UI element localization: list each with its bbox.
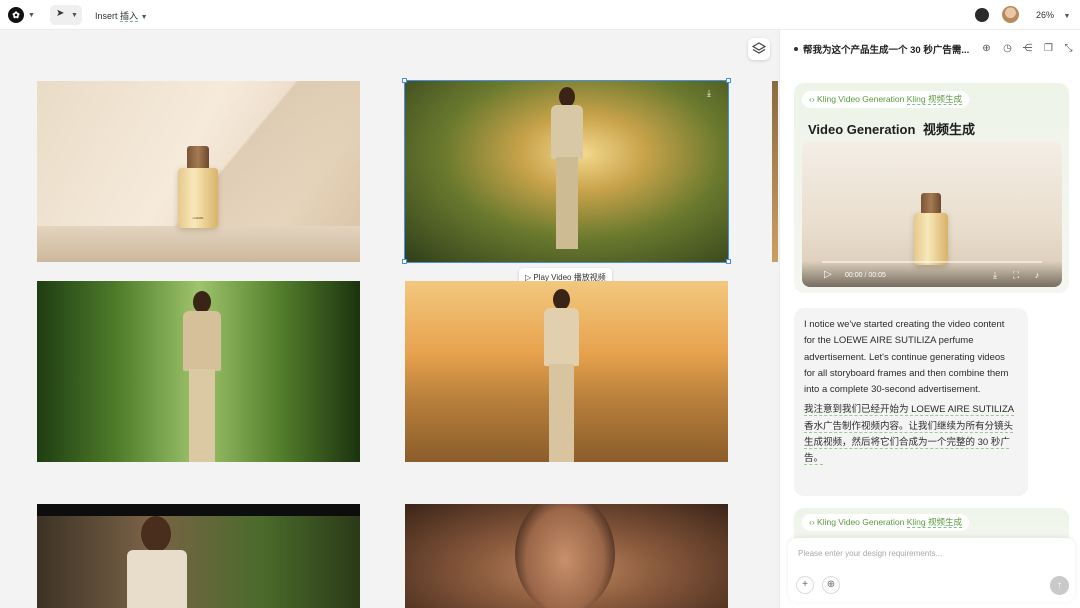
- message-composer[interactable]: Please enter your design requirements...…: [788, 538, 1075, 602]
- web-search-button[interactable]: ⊕: [822, 576, 840, 594]
- conversation-title[interactable]: 帮我为这个产品生成一个 30 秒广告需...: [803, 42, 973, 56]
- video-progress[interactable]: [822, 261, 1042, 263]
- insert-chevron-icon: ▼: [140, 14, 148, 21]
- figure-legs: [556, 157, 578, 249]
- fullscreen-icon[interactable]: ⛶: [1011, 270, 1021, 280]
- logo-menu-chevron-icon[interactable]: ▼: [28, 12, 35, 19]
- figure-legs: [189, 369, 215, 462]
- chat-header: 帮我为这个产品生成一个 30 秒广告需... ⊕ ◷ ⋲ ❐ ⤡: [780, 30, 1080, 66]
- figure-head: [553, 289, 570, 310]
- tool-menu-chevron-icon: ▼: [71, 12, 78, 19]
- figure-torso: [551, 105, 583, 159]
- card-title-cn: 视频生成: [923, 122, 976, 137]
- storyboard-frame-garden-path[interactable]: [404, 80, 729, 263]
- storyboard-frame-perfume[interactable]: LOEWE: [37, 81, 360, 262]
- share-icon[interactable]: ⋲: [1022, 43, 1033, 54]
- app-logo-icon[interactable]: ✿: [8, 7, 24, 23]
- assistant-message: I notice we've started creating the vide…: [794, 308, 1028, 496]
- cursor-icon: ➤: [56, 8, 65, 19]
- figure-legs: [549, 364, 574, 462]
- code-icon: ‹›: [809, 517, 815, 527]
- video-download-icon[interactable]: ⤓: [990, 270, 1000, 280]
- tool-tag-2[interactable]: ‹› Kling Video Generation Kling 视频生成: [802, 514, 969, 531]
- chat-panel: 帮我为这个产品生成一个 30 秒广告需... ⊕ ◷ ⋲ ❐ ⤡ ‹› Klin…: [779, 30, 1080, 608]
- storyboard-frame-plants[interactable]: [37, 504, 360, 608]
- collapse-icon[interactable]: ⤡: [1063, 43, 1074, 54]
- message-text-en: I notice we've started creating the vide…: [804, 319, 1009, 396]
- figure-head: [141, 516, 171, 552]
- volume-icon[interactable]: ♪: [1032, 270, 1042, 280]
- discord-icon[interactable]: [975, 8, 989, 22]
- zoom-chevron-icon: ▼: [1063, 13, 1071, 20]
- figure-torso: [127, 550, 187, 608]
- storyboard-frame-greenery[interactable]: [37, 281, 360, 462]
- zoom-value: 26%: [1036, 10, 1055, 20]
- code-icon: ‹›: [809, 94, 815, 104]
- tool-tag-label-cn: Kling 视频生成: [906, 94, 962, 105]
- figure-head: [559, 87, 575, 107]
- video-time: 00:00 / 00:05: [845, 272, 886, 279]
- tool-tag[interactable]: ‹› Kling Video Generation Kling 视频生成: [802, 91, 969, 108]
- table-surface: [37, 226, 360, 262]
- figure-torso: [544, 308, 579, 366]
- layers-icon: [751, 42, 767, 54]
- insert-label: Insert: [95, 11, 118, 21]
- perfume-bottle: LOEWE: [178, 168, 218, 228]
- tool-tag-label-2: Kling Video Generation: [817, 517, 905, 527]
- user-avatar[interactable]: [1002, 6, 1019, 23]
- insert-label-cn: 插入: [120, 11, 139, 22]
- send-button[interactable]: ↑: [1050, 576, 1069, 595]
- video-perfume-bottle: [914, 213, 948, 265]
- storyboard-frame-closeup[interactable]: [405, 504, 728, 608]
- download-icon[interactable]: ⤓: [707, 88, 717, 98]
- selection-handle-tl[interactable]: [402, 78, 407, 83]
- select-tool-button[interactable]: ➤ ▼: [50, 5, 82, 25]
- selection-handle-bl[interactable]: [402, 259, 407, 264]
- composer-placeholder[interactable]: Please enter your design requirements...: [798, 549, 942, 558]
- top-toolbar: ✿ ▼ ➤ ▼ Insert 插入 ▼ 26% ▼: [0, 0, 1080, 30]
- bottle-cap: [187, 146, 209, 170]
- insert-menu-button[interactable]: Insert 插入 ▼: [95, 9, 148, 22]
- copy-icon[interactable]: ❐: [1043, 43, 1054, 54]
- status-dot: [794, 47, 798, 51]
- storyboard-frame-field-sunset[interactable]: [405, 281, 728, 462]
- video-player[interactable]: ▷ 00:00 / 00:05 ⤓ ⛶ ♪: [802, 141, 1062, 287]
- video-bottle-cap: [921, 193, 941, 215]
- figure-torso: [183, 311, 221, 371]
- card-title-en: Video Generation: [808, 122, 916, 137]
- zoom-select[interactable]: 26% ▼: [1030, 6, 1072, 24]
- tool-tag-label: Kling Video Generation: [817, 94, 905, 104]
- message-text-cn: 我注意到我们已经开始为 LOEWE AIRE SUTILIZA 香水广告制作视频…: [804, 404, 1015, 465]
- bottle-label: LOEWE: [192, 216, 204, 220]
- video-controls: [802, 261, 1062, 287]
- history-icon[interactable]: ◷: [1002, 43, 1013, 54]
- tool-tag-label-cn-2: Kling 视频生成: [906, 517, 962, 528]
- add-attachment-button[interactable]: +: [796, 576, 814, 594]
- new-chat-icon[interactable]: ⊕: [981, 43, 992, 54]
- face-closeup: [515, 504, 615, 608]
- video-play-icon[interactable]: ▷: [824, 269, 834, 281]
- video-generation-card: ‹› Kling Video Generation Kling 视频生成 Vid…: [794, 83, 1069, 293]
- figure-head: [193, 291, 211, 313]
- selection-handle-br[interactable]: [726, 259, 731, 264]
- card-title: Video Generation 视频生成: [808, 119, 975, 138]
- selection-handle-tr[interactable]: [726, 78, 731, 83]
- design-canvas[interactable]: LOEWE ⤓ ▷ Play Video 播放视频: [0, 30, 778, 608]
- layers-button[interactable]: [748, 38, 770, 60]
- storyboard-frame-partial[interactable]: [772, 81, 778, 262]
